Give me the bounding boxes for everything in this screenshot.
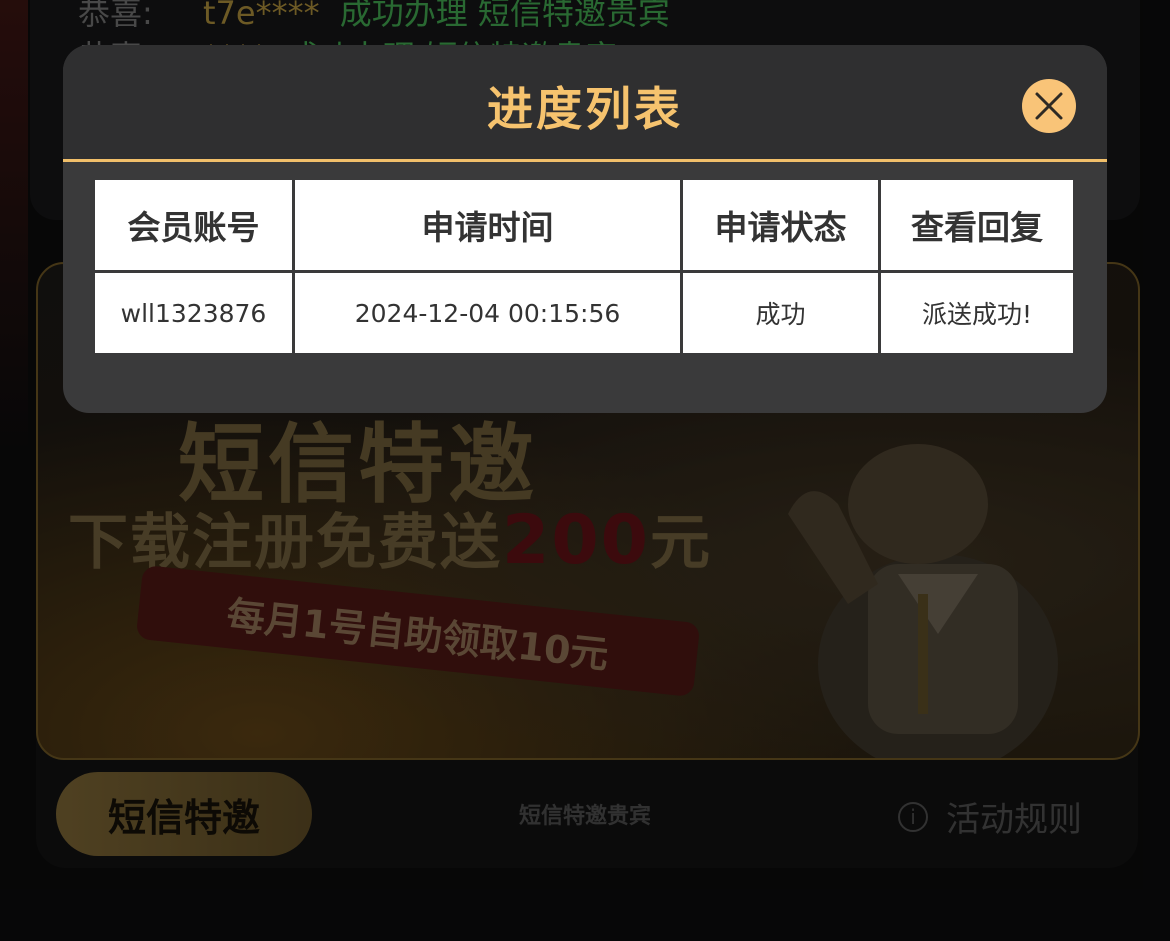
cell-apply-time: 2024-12-04 00:15:56	[295, 273, 680, 353]
column-header-reply: 查看回复	[881, 180, 1073, 270]
cell-reply: 派送成功!	[881, 273, 1073, 353]
progress-list-modal: 进度列表 会员账号 申请时间 申请状态 查看回复 wll1323876 2024…	[63, 45, 1107, 413]
table-row: wll1323876 2024-12-04 00:15:56 成功 派送成功!	[95, 273, 1073, 353]
modal-title: 进度列表	[487, 82, 683, 136]
column-header-status: 申请状态	[683, 180, 878, 270]
close-button[interactable]	[1022, 79, 1076, 133]
close-icon	[1035, 92, 1063, 120]
cell-account: wll1323876	[95, 273, 292, 353]
column-header-apply-time: 申请时间	[295, 180, 680, 270]
table-header-row: 会员账号 申请时间 申请状态 查看回复	[95, 180, 1073, 270]
progress-table: 会员账号 申请时间 申请状态 查看回复 wll1323876 2024-12-0…	[92, 177, 1076, 356]
cell-status: 成功	[683, 273, 878, 353]
column-header-account: 会员账号	[95, 180, 292, 270]
modal-header: 进度列表	[63, 45, 1107, 162]
